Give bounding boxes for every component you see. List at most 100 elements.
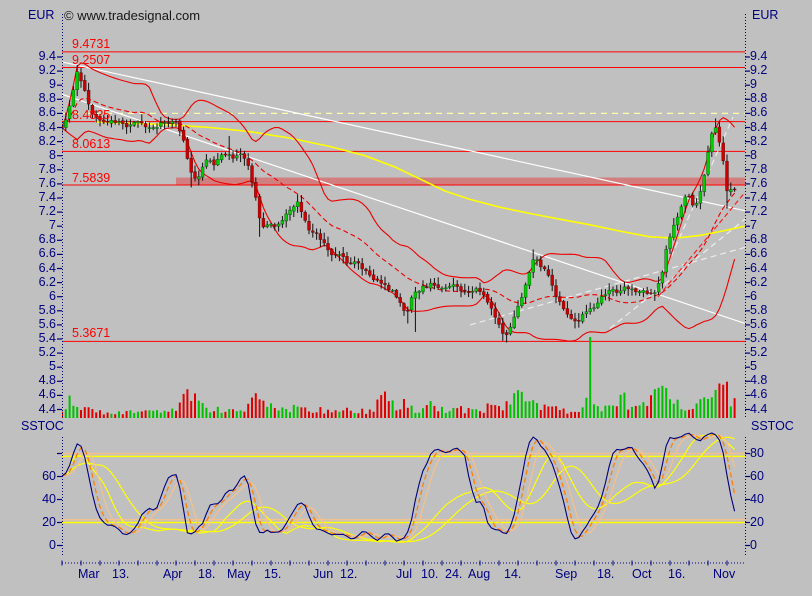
price-level-label: 5.3671 <box>72 326 111 340</box>
candle <box>569 313 573 319</box>
time-axis-label: 12. <box>340 567 358 581</box>
candle <box>721 142 725 162</box>
time-axis-label: 24. <box>445 567 463 581</box>
candle <box>482 291 486 296</box>
candle <box>208 160 212 163</box>
candle <box>398 297 402 303</box>
volume-bar <box>581 407 584 418</box>
candle <box>535 259 539 262</box>
price-tick-label-right: 4.4 <box>750 401 768 416</box>
volume-bar <box>486 403 489 418</box>
volume-bar <box>319 407 322 418</box>
candle <box>580 314 585 322</box>
volume-bar <box>251 397 253 418</box>
price-tick-label-left: 5.2 <box>38 345 56 360</box>
candle <box>706 151 710 175</box>
volume-bar <box>729 406 732 418</box>
candle <box>231 154 235 159</box>
volume-bar <box>349 410 352 418</box>
volume-bar <box>334 410 337 418</box>
volume-bar <box>175 410 177 418</box>
candle <box>303 212 307 221</box>
price-tick-label-right: 9.4 <box>750 49 768 63</box>
candle <box>387 285 391 291</box>
volume-bar <box>665 387 668 418</box>
candle <box>79 72 83 82</box>
volume-bar <box>703 397 706 418</box>
candle <box>440 287 444 290</box>
price-tick-label-left: 9.2 <box>38 63 56 78</box>
candle <box>326 243 330 251</box>
candle <box>561 301 566 310</box>
main-price-panel[interactable] <box>61 51 746 418</box>
volume-bar <box>273 407 276 418</box>
candle <box>159 122 163 127</box>
candle <box>288 209 292 215</box>
time-axis-label: Sep <box>555 567 578 581</box>
candle <box>542 266 547 270</box>
volume-bar <box>171 408 174 418</box>
volume-bar <box>235 411 238 418</box>
price-tick-label-right: 8.6 <box>750 105 768 120</box>
price-tick-label-left: 7.6 <box>38 175 56 190</box>
candle <box>493 308 497 318</box>
candle <box>375 278 380 281</box>
volume-bar <box>547 406 550 418</box>
volume-bar <box>182 393 185 418</box>
trendline-fan-shallow <box>469 246 745 326</box>
volume-bar <box>612 405 614 418</box>
price-tick-label-left: 9.4 <box>38 49 56 63</box>
volume-bar <box>494 405 497 418</box>
candle <box>607 290 611 295</box>
volume-bar <box>429 401 432 418</box>
stoch-tick-label-left: 40 <box>42 491 56 506</box>
price-level-label: 9.4731 <box>72 37 111 51</box>
candle <box>257 196 262 219</box>
candle <box>124 122 129 128</box>
candle <box>672 224 676 239</box>
price-tick-label-left: 6.6 <box>38 246 56 261</box>
candle <box>185 139 190 159</box>
volume-bar <box>669 399 671 418</box>
candle <box>554 285 558 297</box>
volume-bar <box>391 400 394 418</box>
volume-bar <box>425 405 428 418</box>
candle <box>307 221 311 231</box>
candle <box>596 302 600 308</box>
time-axis-label: 10. <box>421 567 439 581</box>
candle <box>436 284 440 288</box>
volume-bar <box>399 409 402 418</box>
trendline-down-trend-1 <box>62 61 745 212</box>
stoch-tick-label-right: 0 <box>750 537 757 552</box>
volume-bar <box>178 402 181 418</box>
candle <box>485 293 490 303</box>
volume-bar <box>129 410 132 418</box>
candle <box>292 206 296 212</box>
candle <box>626 286 630 290</box>
volume-bar <box>444 412 447 418</box>
chart-canvas[interactable] <box>0 0 812 596</box>
volume-bar <box>372 411 375 418</box>
candle <box>634 288 638 293</box>
price-tick-label-left: 6.2 <box>38 274 56 289</box>
volume-bar <box>539 409 542 418</box>
volume-bar <box>137 411 139 418</box>
candle <box>181 129 186 141</box>
candle <box>383 283 387 285</box>
candle <box>717 126 722 143</box>
bollinger-upper <box>62 62 736 284</box>
candle <box>694 203 699 206</box>
volume-bar <box>566 413 569 418</box>
stochastic-panel[interactable] <box>62 432 745 543</box>
candle <box>311 230 315 233</box>
price-tick-label-right: 6.6 <box>750 246 768 261</box>
candle <box>121 120 125 124</box>
volume-bar <box>482 412 485 418</box>
candle <box>143 123 148 128</box>
volume-bar <box>220 412 223 418</box>
candle <box>531 259 535 273</box>
candle <box>83 80 87 91</box>
time-axis-label: 15. <box>264 567 282 581</box>
candle <box>284 213 288 222</box>
price-tick-label-left: 7.8 <box>38 161 56 176</box>
